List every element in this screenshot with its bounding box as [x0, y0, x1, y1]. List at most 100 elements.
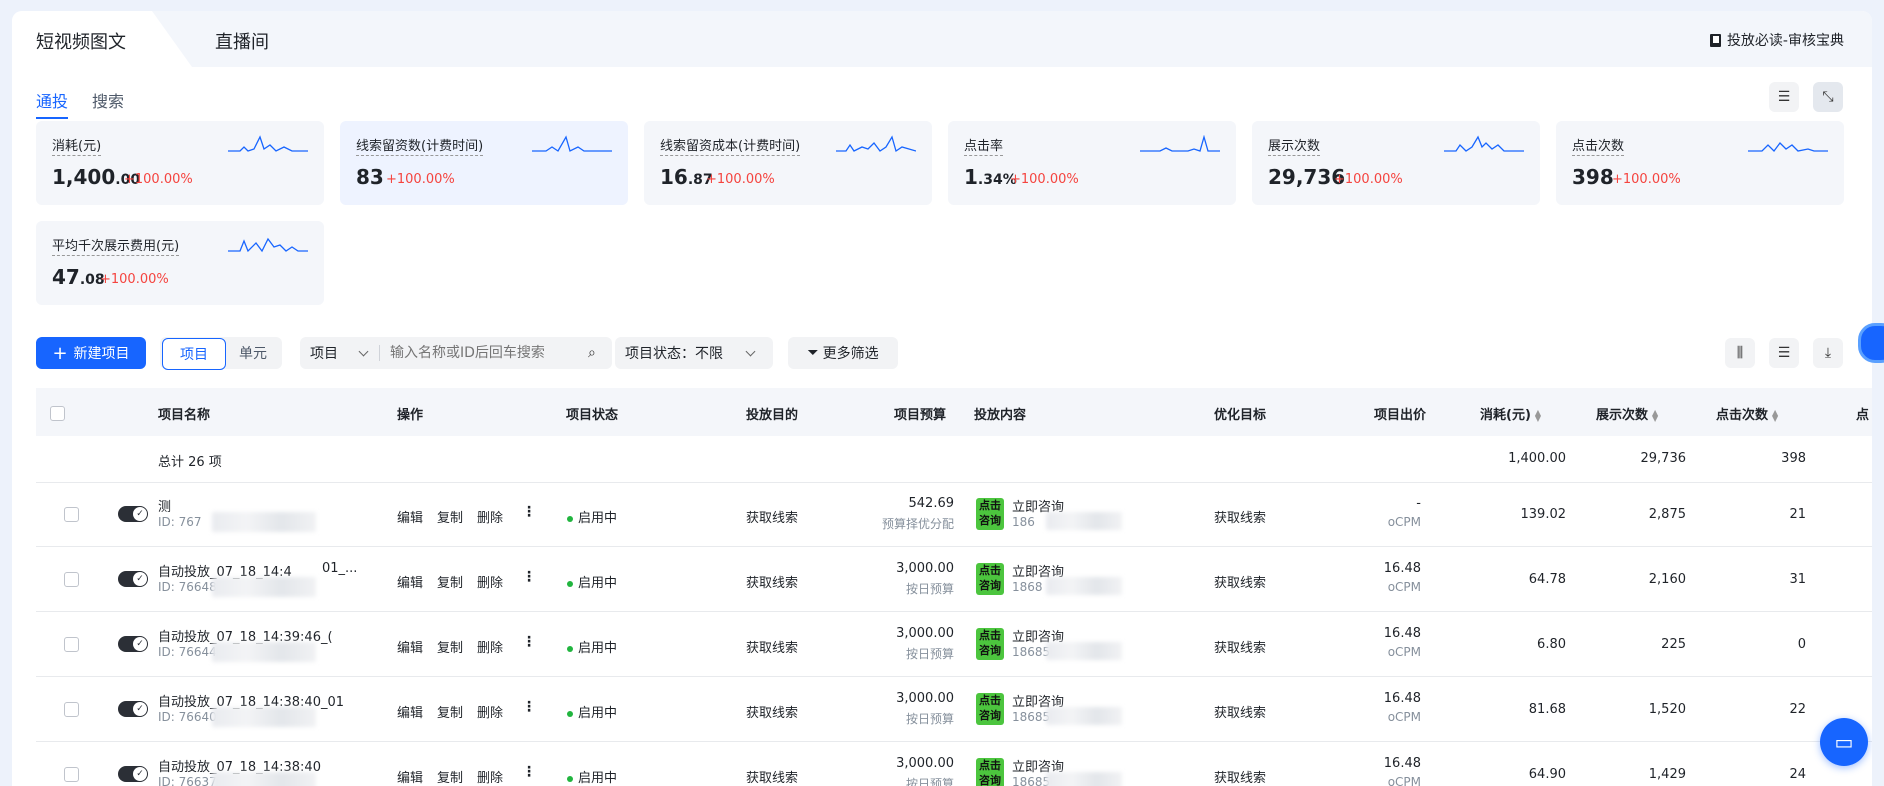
- edit-action[interactable]: 编辑: [397, 507, 423, 526]
- metric-card-impressions[interactable]: 展示次数 29,736 +100.00%: [1252, 121, 1540, 205]
- customer-service-button[interactable]: ▭: [1820, 718, 1868, 766]
- search-scope-select[interactable]: 项目: [310, 343, 360, 363]
- table-row[interactable]: 自动投放_07_18_14:401_...ID: 7664807编辑复制删除⋮启…: [36, 547, 1872, 612]
- status-text: 启用中: [578, 771, 618, 786]
- copy-action[interactable]: 复制: [437, 767, 463, 786]
- more-filter-button[interactable]: ⏷ 更多筛选: [788, 337, 898, 369]
- search-icon[interactable]: ⌕: [588, 345, 596, 361]
- metric-change: +100.00%: [100, 272, 169, 287]
- new-project-button[interactable]: + 新建项目: [36, 337, 146, 369]
- copy-action[interactable]: 复制: [437, 572, 463, 591]
- bid-value: 16.48: [1383, 561, 1421, 576]
- project-id: ID: 76644: [158, 645, 217, 659]
- search-box: 项目 ⌕: [300, 337, 612, 369]
- metric-card-lead-cost[interactable]: 线索留资成本(计费时间) 16.87 +100.00%: [644, 121, 932, 205]
- delete-action[interactable]: 删除: [477, 637, 503, 656]
- collapse-metrics-button[interactable]: ⤡: [1813, 82, 1843, 112]
- subtab-search[interactable]: 搜索: [92, 88, 124, 112]
- segment-unit[interactable]: 单元: [226, 337, 280, 369]
- row-status-toggle[interactable]: [118, 701, 148, 717]
- col-cost[interactable]: 消耗(元) ▲ ▼: [1480, 404, 1541, 423]
- table-row[interactable]: 自动投放_07_18_14:38:40_01ID: 7664086编辑复制删除⋮…: [36, 677, 1872, 742]
- impressions-cell: 1,429: [1648, 767, 1686, 782]
- status-filter[interactable]: 项目状态： 不限: [615, 337, 773, 369]
- copy-action[interactable]: 复制: [437, 507, 463, 526]
- project-name[interactable]: 测: [158, 496, 171, 515]
- more-actions-icon[interactable]: ⋮: [522, 699, 536, 715]
- table-row[interactable]: 自动投放_07_18_14:39:46_(ID: 76644编辑复制删除⋮启用中…: [36, 612, 1872, 677]
- purpose-cell: 获取线索: [746, 771, 799, 786]
- row-status-toggle[interactable]: [118, 571, 148, 587]
- row-checkbox[interactable]: [64, 637, 79, 652]
- cost-cell: 6.80: [1537, 637, 1566, 652]
- table-settings-button[interactable]: ☰: [1769, 338, 1799, 368]
- metric-value: 83: [356, 165, 384, 189]
- row-checkbox[interactable]: [64, 572, 79, 587]
- status-dot: [567, 775, 573, 782]
- bid-value: 16.48: [1383, 626, 1421, 641]
- copy-action[interactable]: 复制: [437, 702, 463, 721]
- metric-label: 线索留资成本(计费时间): [660, 139, 801, 156]
- edit-action[interactable]: 编辑: [397, 572, 423, 591]
- select-all-checkbox[interactable]: [50, 406, 65, 421]
- book-icon: [1709, 33, 1721, 47]
- bid-value: 16.48: [1383, 691, 1421, 706]
- row-status-toggle[interactable]: [118, 636, 148, 652]
- metric-card-ctr[interactable]: 点击率 1.34% +100.00%: [948, 121, 1236, 205]
- tab-short-video[interactable]: 短视频图文: [36, 28, 126, 54]
- metric-card-leads[interactable]: 线索留资数(计费时间) 83 +100.00%: [340, 121, 628, 205]
- row-checkbox[interactable]: [64, 702, 79, 717]
- thumb-char: 击: [990, 694, 1001, 707]
- row-checkbox[interactable]: [64, 767, 79, 782]
- content-sub: 18685: [1012, 710, 1051, 724]
- row-status-toggle[interactable]: [118, 766, 148, 782]
- column-settings-button[interactable]: ⫼: [1725, 338, 1755, 368]
- delete-action[interactable]: 删除: [477, 572, 503, 591]
- bid-value: 16.48: [1383, 756, 1421, 771]
- status-dot: [567, 645, 573, 652]
- more-actions-icon[interactable]: ⋮: [522, 764, 536, 780]
- col-impressions[interactable]: 展示次数 ▲ ▼: [1596, 404, 1658, 423]
- edit-action[interactable]: 编辑: [397, 702, 423, 721]
- metric-change: +100.00%: [1334, 172, 1403, 187]
- status-text: 启用中: [578, 511, 618, 526]
- copy-action[interactable]: 复制: [437, 637, 463, 656]
- delete-action[interactable]: 删除: [477, 767, 503, 786]
- more-actions-icon[interactable]: ⋮: [522, 634, 536, 650]
- budget-value: 3,000.00: [896, 756, 954, 771]
- table-row[interactable]: 测ID: 767编辑复制删除⋮启用中获取线索542.69预算择优分配点击咨询立即…: [36, 482, 1872, 547]
- metric-card-clicks[interactable]: 点击次数 398 +100.00%: [1556, 121, 1844, 205]
- total-label: 总计 26 项: [158, 455, 222, 470]
- project-name-tail: 01_...: [322, 561, 358, 576]
- tab-live-room[interactable]: 直播间: [215, 28, 269, 54]
- metric-value: 47.08: [52, 265, 105, 289]
- table-row[interactable]: 自动投放_07_18_14:38:40ID: 766375编辑复制删除⋮启用中获…: [36, 742, 1872, 786]
- table-header: 项目名称 操作 项目状态 投放目的 项目预算 投放内容 优化目标 项目出价 消耗…: [36, 388, 1872, 436]
- metric-card-cpm[interactable]: 平均千次展示费用(元) 47.08 +100.00%: [36, 221, 324, 305]
- total-impressions: 29,736: [1640, 451, 1687, 466]
- row-checkbox[interactable]: [64, 507, 79, 522]
- thumb-char: 点: [979, 629, 990, 642]
- guide-link[interactable]: 投放必读-审核宝典: [1709, 30, 1844, 50]
- col-clicks[interactable]: 点击次数 ▲ ▼: [1716, 404, 1778, 423]
- metric-settings-button[interactable]: ☰: [1769, 82, 1799, 112]
- segment-project[interactable]: 项目: [162, 338, 226, 370]
- table-total-row: 总计 26 项 1,400.00 29,736 398: [36, 436, 1872, 483]
- subtab-general[interactable]: 通投: [36, 88, 68, 112]
- metric-label: 线索留资数(计费时间): [356, 139, 484, 156]
- row-status-toggle[interactable]: [118, 506, 148, 522]
- metric-card-cost[interactable]: 消耗(元) 1,400.00 +100.00%: [36, 121, 324, 205]
- delete-action[interactable]: 删除: [477, 702, 503, 721]
- content-thumbnail: 点击 咨询: [976, 498, 1004, 530]
- metric-change: +100.00%: [706, 172, 775, 187]
- more-actions-icon[interactable]: ⋮: [522, 504, 536, 520]
- download-icon: ⤓: [1824, 345, 1832, 361]
- delete-action[interactable]: 删除: [477, 507, 503, 526]
- sort-icon: ▲ ▼: [1652, 407, 1659, 423]
- edit-action[interactable]: 编辑: [397, 767, 423, 786]
- more-actions-icon[interactable]: ⋮: [522, 569, 536, 585]
- assistant-avatar[interactable]: [1858, 323, 1884, 363]
- search-input[interactable]: [388, 344, 588, 362]
- download-button[interactable]: ⤓: [1813, 338, 1843, 368]
- edit-action[interactable]: 编辑: [397, 637, 423, 656]
